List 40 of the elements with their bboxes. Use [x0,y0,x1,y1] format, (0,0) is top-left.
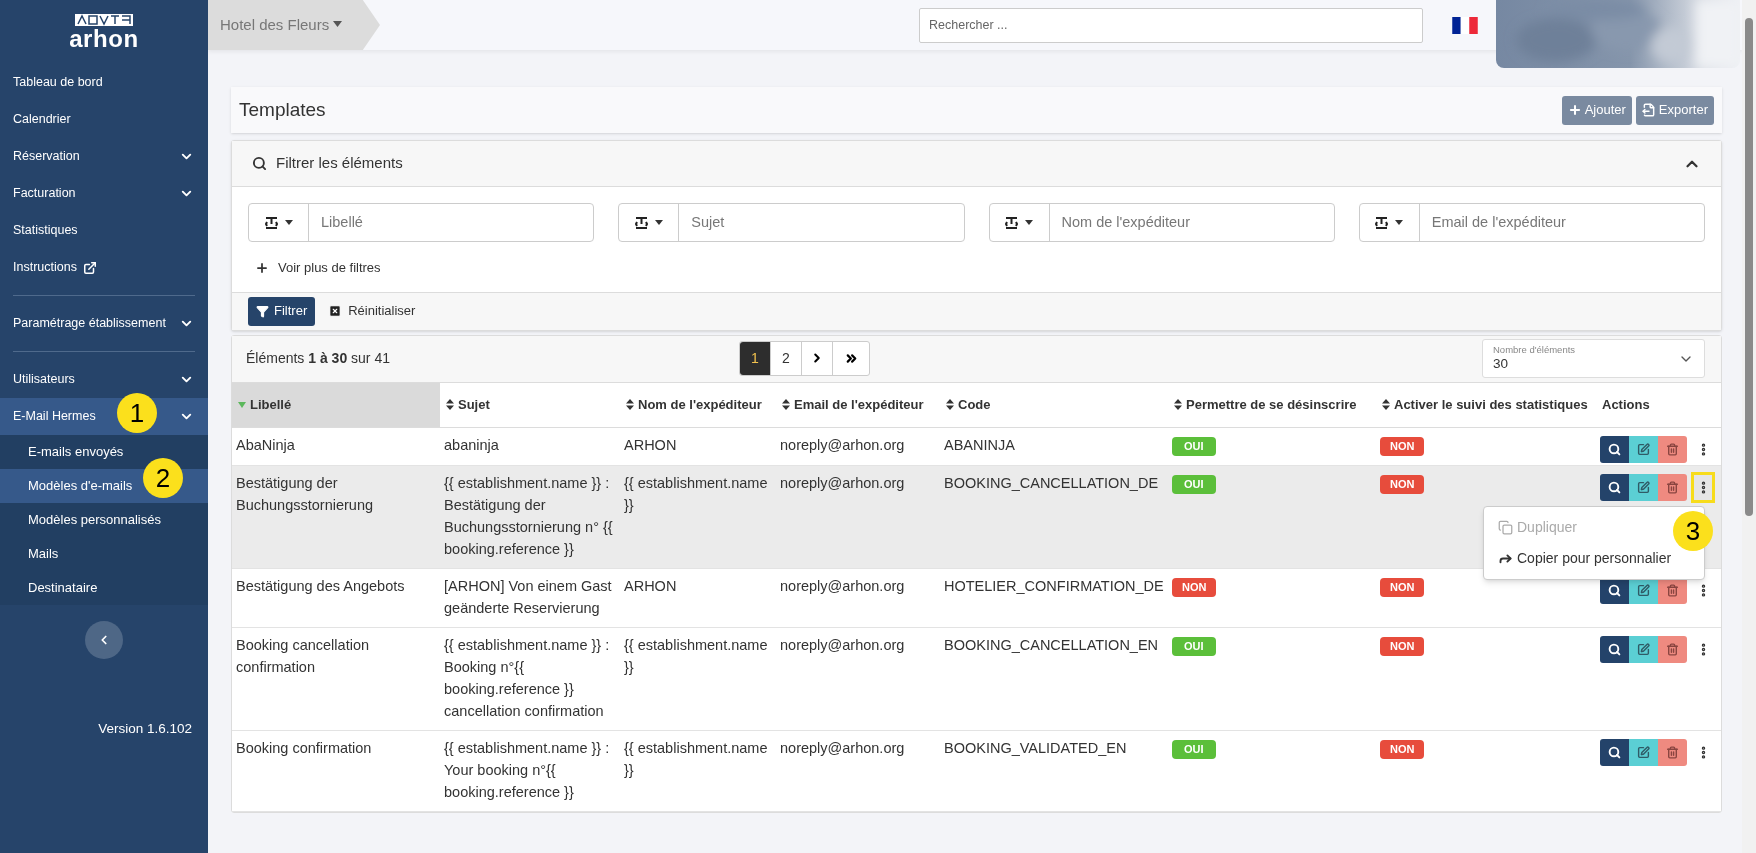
status-badge: NON [1380,636,1425,656]
table-cell: [ARHON] Von einem Gast geänderte Reservierung [444,577,612,616]
pagination-summary: Éléments 1 à 30 sur 41 [246,349,390,368]
table-cell: noreply@arhon.org [780,474,905,491]
table-cell: Bestätigung des Angebots [236,577,405,594]
table-cell: {{ establishment.name }} [624,739,768,778]
table-cell: BOOKING_VALIDATED_EN [944,739,1127,756]
status-badge: OUI [1172,436,1216,456]
status-badge: NON [1380,739,1425,759]
table-cell: noreply@arhon.org [780,739,905,756]
table-cell: {{ establishment.name }} [624,474,768,513]
status-badge: NON [1172,577,1217,597]
table-cell: BOOKING_CANCELLATION_DE [944,474,1159,491]
table-cell: abaninja [444,436,499,453]
status-badge: OUI [1172,474,1216,494]
version-text: Version 1.6.102 [98,720,192,738]
table-cell: Bestätigung der Buchungsstornierung [236,474,374,513]
status-badge: NON [1380,474,1425,494]
table-cell: BOOKING_CANCELLATION_EN [944,636,1159,653]
status-badge: OUI [1172,636,1216,656]
table-cell: ARHON [624,436,677,453]
table-cell: Booking cancellation confirmation [236,636,369,675]
table-cell: AbaNinja [236,436,295,453]
table-cell: noreply@arhon.org [780,577,905,594]
table-cell: noreply@arhon.org [780,436,905,453]
table-cell: Booking confirmation [236,739,372,756]
column-header: Actions [1596,382,1721,427]
table-cell: noreply@arhon.org [780,636,905,653]
table-cell: ABANINJA [944,436,1015,453]
status-badge: NON [1380,436,1425,456]
table-cell: ARHON [624,577,677,594]
table-cell: {{ establishment.name }} : Your booking n°{{ booking.reference }} [444,739,610,800]
status-badge: NON [1380,577,1425,597]
logo-text: arhon [69,26,139,52]
status-badge: OUI [1172,739,1216,759]
table-cell: {{ establishment.name }} : Bestätigung der Buchungsstornierung n° {{ booking.reference }} [444,474,613,557]
table-cell: {{ establishment.name }} [624,636,768,675]
table-cell: HOTELIER_CONFIRMATION_DE [944,577,1164,594]
table-cell: {{ establishment.name }} : Booking n°{{ booking.reference }} cancellation confirmation [444,636,610,719]
page-title: Templates [239,97,326,122]
